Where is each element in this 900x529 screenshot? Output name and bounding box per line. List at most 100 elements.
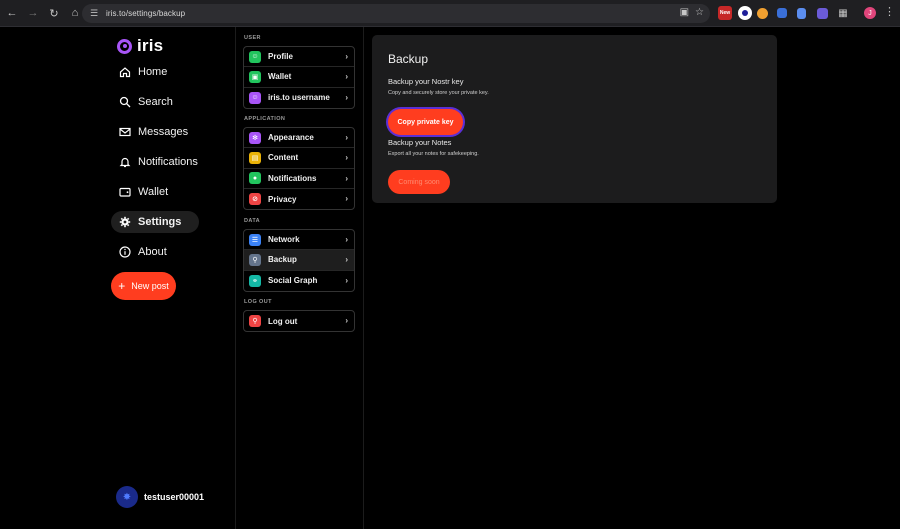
cast-icon[interactable]: ▣ xyxy=(680,7,689,18)
wallet-icon xyxy=(119,186,131,198)
settings-group-logout: ⚲ Log out › xyxy=(243,310,355,333)
link-icon: ⚭ xyxy=(249,274,261,287)
chevron-right-icon: › xyxy=(345,173,348,183)
site-info-icon[interactable]: ☰ xyxy=(88,8,100,20)
settings-item-appearance[interactable]: ✻ Appearance › xyxy=(244,128,354,149)
key-backup-description: Copy and securely store your private key… xyxy=(388,90,489,96)
chevron-right-icon: › xyxy=(345,316,348,325)
browser-profile-avatar[interactable]: J xyxy=(864,7,876,19)
bookmark-star-icon[interactable]: ☆ xyxy=(695,7,704,18)
settings-item-username[interactable]: ☺ iris.to username › xyxy=(244,88,354,108)
section-label-application: APPLICATION xyxy=(244,116,286,122)
profile-initial: J xyxy=(868,9,872,17)
current-user[interactable]: ✸ testuser00001 xyxy=(116,486,204,508)
nav-messages[interactable]: Messages xyxy=(111,121,199,143)
nav-about[interactable]: About xyxy=(111,241,199,263)
settings-group-data: ☰ Network › ⚲ Backup › ⚭ Social Graph › xyxy=(243,229,355,292)
browser-toolbar: ← → ↻ ⌂ ☰ iris.to/settings/backup ▣ ☆ Ne… xyxy=(0,0,900,27)
settings-item-label: Wallet xyxy=(268,72,292,82)
settings-item-logout[interactable]: ⚲ Log out › xyxy=(244,311,354,331)
extension-new-icon[interactable]: New xyxy=(718,6,732,20)
settings-item-notifications[interactable]: ● Notifications › xyxy=(244,169,354,189)
nav-wallet-label: Wallet xyxy=(138,186,169,198)
settings-item-label: Network xyxy=(268,235,300,245)
info-icon xyxy=(119,246,131,258)
extension-badge-icon[interactable] xyxy=(817,8,828,19)
settings-item-content[interactable]: ▤ Content › xyxy=(244,148,354,169)
extension-doc-icon[interactable] xyxy=(797,8,806,19)
nav-settings-label: Settings xyxy=(138,216,182,228)
extension-flag-icon[interactable] xyxy=(777,8,787,18)
search-icon xyxy=(119,96,131,108)
nav-home-label: Home xyxy=(138,66,168,78)
app-root: iris Home Search Messages Notifications … xyxy=(0,27,900,529)
server-icon: ☰ xyxy=(249,233,261,246)
logo-text: iris xyxy=(137,36,164,55)
settings-item-label: Privacy xyxy=(268,194,297,204)
forward-icon[interactable]: → xyxy=(24,4,42,22)
settings-item-social-graph[interactable]: ⚭ Social Graph › xyxy=(244,271,354,291)
section-label-logout: LOG OUT xyxy=(244,299,272,305)
extension-burger-icon[interactable] xyxy=(757,8,768,19)
id-badge-icon: ☺ xyxy=(249,91,261,104)
settings-item-label: Appearance xyxy=(268,133,314,143)
logout-key-icon: ⚲ xyxy=(249,315,261,328)
settings-item-label: Content xyxy=(268,153,299,163)
settings-item-label: Notifications xyxy=(268,173,317,183)
content-icon: ▤ xyxy=(249,151,261,164)
chevron-right-icon: › xyxy=(345,255,348,265)
coming-soon-button: Coming soon xyxy=(388,170,450,194)
plus-icon: + xyxy=(118,279,126,293)
iris-logo[interactable]: iris xyxy=(117,36,163,56)
bell-icon xyxy=(119,156,131,168)
nav-notifications[interactable]: Notifications xyxy=(111,151,199,173)
key-icon: ⚲ xyxy=(249,253,261,266)
settings-group-application: ✻ Appearance › ▤ Content › ● Notifications › ⊘… xyxy=(243,127,355,211)
extensions-puzzle-icon[interactable]: ▦ xyxy=(836,6,850,20)
profile-icon: ☺ xyxy=(249,50,261,63)
back-icon[interactable]: ← xyxy=(3,4,21,22)
backup-panel: Backup Backup your Nostr key Copy and se… xyxy=(372,35,777,203)
nav-home[interactable]: Home xyxy=(111,61,199,83)
bell-icon: ● xyxy=(249,172,261,185)
wallet-icon: ▣ xyxy=(249,70,261,83)
settings-item-network[interactable]: ☰ Network › xyxy=(244,230,354,251)
settings-item-label: Backup xyxy=(268,255,297,265)
settings-item-privacy[interactable]: ⊘ Privacy › xyxy=(244,189,354,209)
nav-search-label: Search xyxy=(138,96,173,108)
settings-group-user: ☺ Profile › ▣ Wallet › ☺ iris.to username › xyxy=(243,46,355,109)
section-label-user: USER xyxy=(244,35,261,41)
page-title: Backup xyxy=(388,52,429,66)
settings-item-backup[interactable]: ⚲ Backup › xyxy=(244,250,354,271)
copy-private-key-button[interactable]: Copy private key xyxy=(388,109,463,135)
reload-icon[interactable]: ↻ xyxy=(45,4,63,22)
browser-menu-icon[interactable]: ⋮ xyxy=(884,5,895,18)
mail-icon xyxy=(119,126,131,138)
gear-icon xyxy=(119,216,131,228)
new-post-button[interactable]: + New post xyxy=(111,272,176,300)
settings-item-label: Social Graph xyxy=(268,276,318,286)
address-bar[interactable]: ☰ iris.to/settings/backup ▣ ☆ xyxy=(82,4,710,23)
ext-new-badge: New xyxy=(719,10,731,16)
nav-settings[interactable]: Settings xyxy=(111,211,199,233)
chevron-right-icon: › xyxy=(345,72,348,82)
settings-item-profile[interactable]: ☺ Profile › xyxy=(244,47,354,68)
settings-item-wallet[interactable]: ▣ Wallet › xyxy=(244,67,354,88)
nav-wallet[interactable]: Wallet xyxy=(111,181,199,203)
extension-circle-icon[interactable] xyxy=(738,6,752,20)
username: testuser00001 xyxy=(144,492,205,502)
chevron-right-icon: › xyxy=(345,153,348,163)
nav-search[interactable]: Search xyxy=(111,91,199,113)
nav-about-label: About xyxy=(138,246,167,258)
nav-messages-label: Messages xyxy=(138,126,189,138)
url-text: iris.to/settings/backup xyxy=(106,9,186,18)
section-label-data: DATA xyxy=(244,218,261,224)
palette-icon: ✻ xyxy=(249,131,261,144)
chevron-right-icon: › xyxy=(345,52,348,61)
chevron-right-icon: › xyxy=(345,133,348,142)
settings-item-label: iris.to username xyxy=(268,93,330,103)
notes-backup-heading: Backup your Notes xyxy=(388,138,452,147)
nav-notifications-label: Notifications xyxy=(138,156,198,168)
chevron-right-icon: › xyxy=(345,235,348,244)
eye-off-icon: ⊘ xyxy=(249,193,261,206)
